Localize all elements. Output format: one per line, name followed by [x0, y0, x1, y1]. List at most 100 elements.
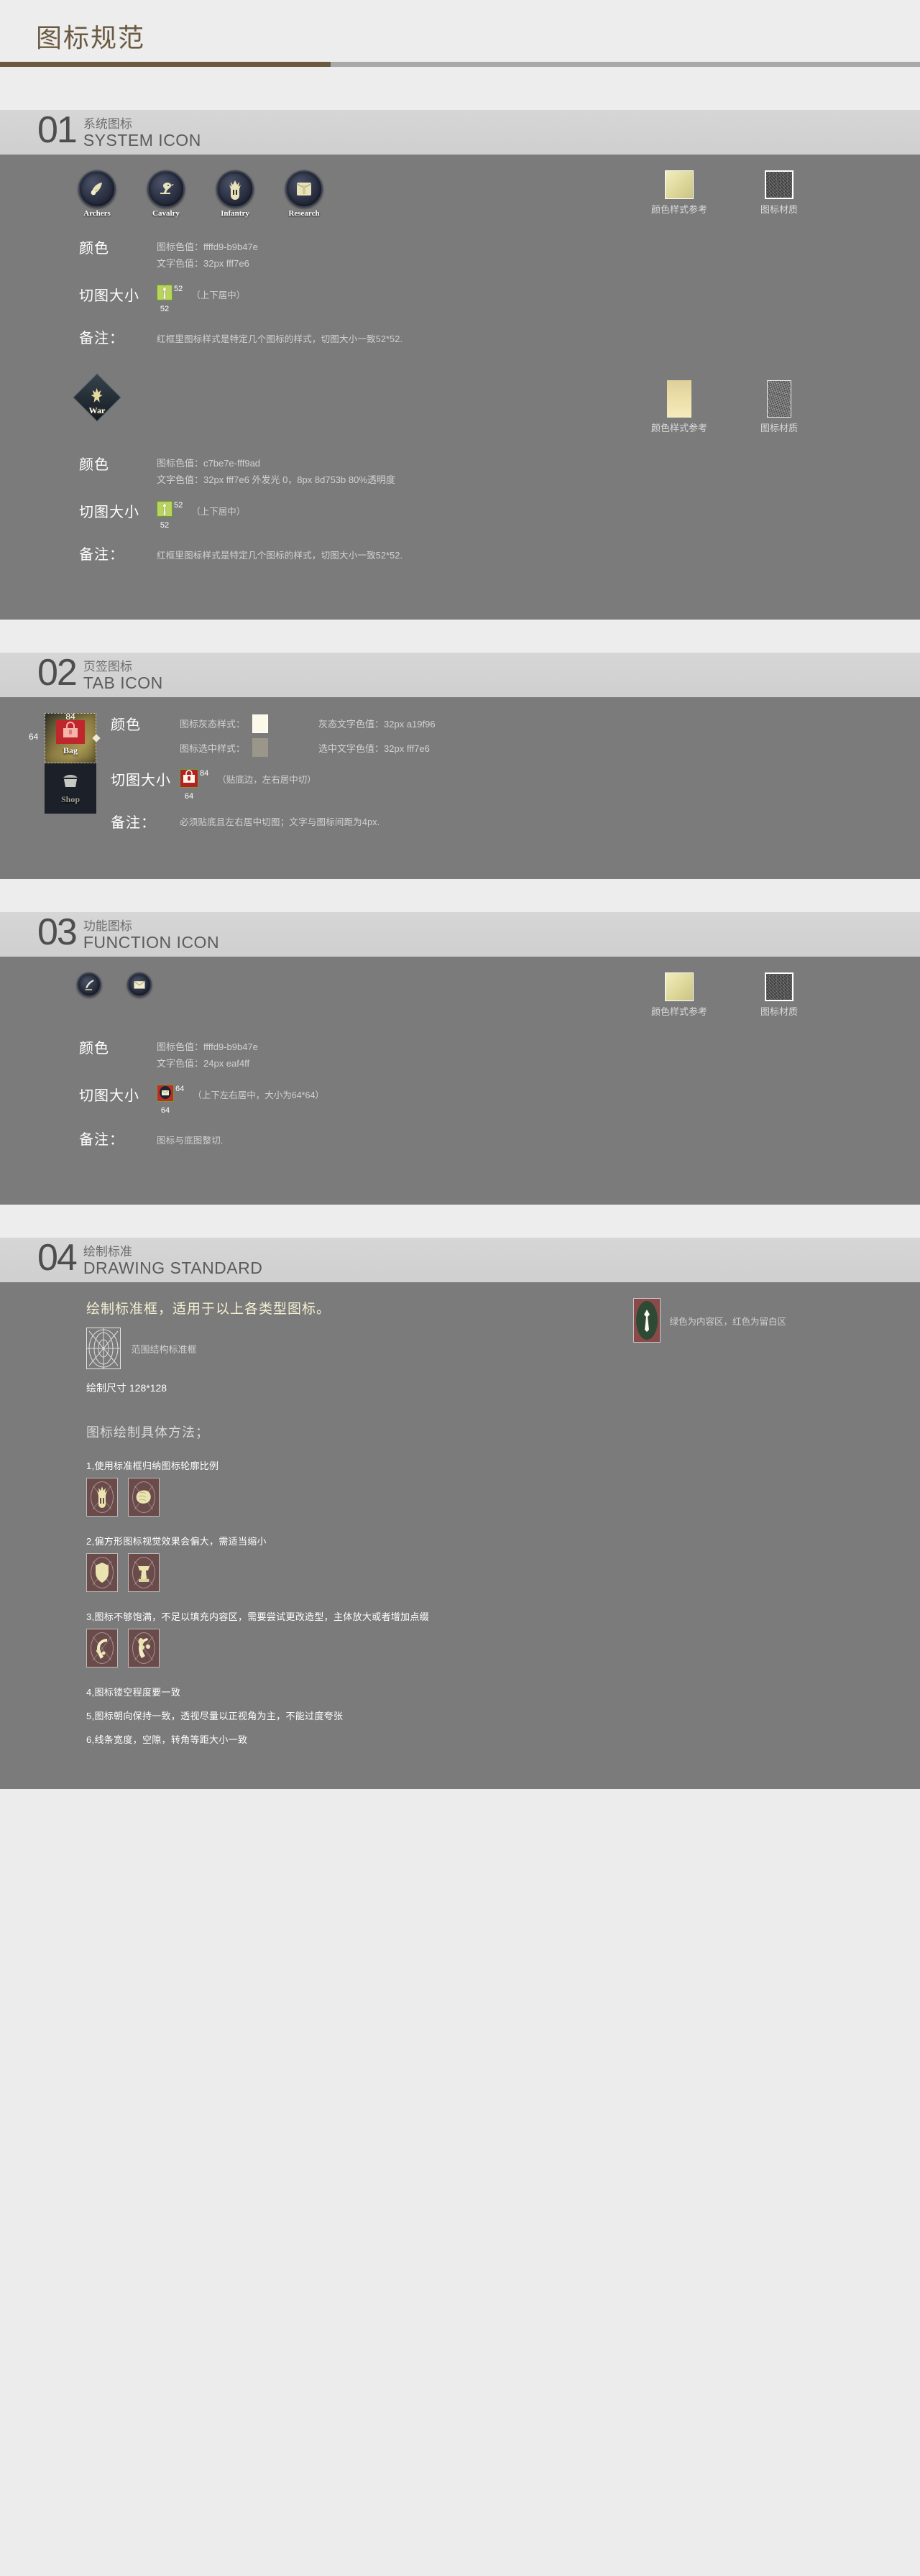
rule-item: 1,使用标准框归纳图标轮廓比例	[86, 1458, 920, 1517]
tab-selected-style-label: 图标选中样式：	[180, 742, 246, 754]
anvil-sample-icon	[128, 1553, 160, 1592]
draw-size-text: 绘制尺寸 128*128	[86, 1382, 167, 1394]
swatch-group-01b: 颜色样式参考 图标材质	[598, 380, 920, 434]
shield-sample-icon	[86, 1553, 118, 1592]
swatch-caption: 颜色样式参考	[650, 1006, 707, 1017]
drawing-headline: 绘制标准框，适用于以上各类型图标。	[86, 1302, 331, 1317]
crop-height-value: 52	[160, 305, 170, 313]
tab-height-marker: 64	[29, 732, 39, 742]
crop-spec-row: 切图大小 52 52 （上下居中）	[79, 500, 920, 530]
section-body-01: Archers Cavalry Infantry Research 颜色样式参考…	[0, 155, 920, 620]
crop-spec-row: 切图大小 64 64 （上下左右居中，大小为64*64）	[79, 1084, 920, 1115]
note-label: 备注：	[79, 1132, 124, 1148]
color-spec-label: 颜色	[79, 1041, 109, 1057]
section-title-cn: 功能图标	[83, 919, 132, 933]
drawing-standard-block: 绿色为内容区，红色为留白区 绘制标准框，适用于以上各类型图标。 范围结构标准框 …	[0, 1298, 920, 1746]
crop-width-value: 52	[174, 501, 183, 510]
crop-size-widget: 64 84 （贴底边，左右居中切）	[180, 768, 316, 801]
tab-gray-swatch	[252, 714, 269, 733]
section-titles: 页签图标 TAB ICON	[83, 660, 163, 691]
section-title-en: FUNCTION ICON	[83, 933, 220, 952]
crop-width-value: 64	[175, 1085, 185, 1093]
icon-color-value: 图标色值：c7be7e-fff9ad	[157, 458, 261, 469]
icon-color-value: 图标色值：ffffd9-b9b47e	[157, 242, 258, 252]
crop-note: （上下居中）	[191, 507, 246, 517]
color-swatch-box	[664, 170, 694, 199]
tab-bag[interactable]: 84 64 Bag	[29, 712, 96, 763]
section-number: 03	[37, 911, 78, 953]
horn-sample-icon	[86, 1629, 118, 1668]
standard-frame-row: 范围结构标准框	[86, 1328, 920, 1369]
rule-text: 5,图标朝向保持一致，透视尽量以正视角为主，不能过度夸张	[86, 1711, 344, 1721]
system-icon-cavalry[interactable]: Cavalry	[139, 170, 193, 218]
title-area: 图标规范	[0, 0, 920, 62]
tab-color-row-1: 颜色 图标灰态样式： 灰态文字色值：32px a19f96	[111, 713, 920, 734]
section-title-cn: 系统图标	[83, 117, 132, 131]
spec-block-03: 颜色 图标色值：ffffd9-b9b47e 文字色值：24px eaf4ff 切…	[0, 1036, 920, 1149]
crop-tile-stack: 64	[157, 1085, 174, 1115]
rule-item: 2,偏方形图标视觉效果会偏大，需适当缩小	[86, 1534, 920, 1592]
section-header-03: 03 功能图标 FUNCTION ICON	[0, 912, 920, 957]
mail-envelope-icon	[127, 972, 152, 997]
content-zone-demo: 绿色为内容区，红色为留白区	[633, 1298, 786, 1343]
section-header-01: 01 系统图标 SYSTEM ICON	[0, 110, 920, 155]
tab-label: Shop	[60, 794, 80, 804]
section-body-04: 绿色为内容区，红色为留白区 绘制标准框，适用于以上各类型图标。 范围结构标准框 …	[0, 1282, 920, 1789]
swatch-group-01: 颜色样式参考 图标材质	[598, 170, 920, 216]
tab-selected-text-value: 选中文字色值：32px fff7e6	[318, 742, 430, 754]
swatch-group-03: 颜色样式参考 图标材质	[598, 972, 920, 1018]
content-zone-caption: 绿色为内容区，红色为留白区	[669, 1316, 786, 1327]
rule-text: 1,使用标准框归纳图标轮廓比例	[86, 1460, 219, 1471]
rule-samples	[86, 1478, 920, 1517]
system-icon-research[interactable]: Research	[277, 170, 331, 218]
function-icon-row: 颜色样式参考 图标材质	[0, 972, 920, 1018]
crop-sample-tile	[157, 1085, 174, 1102]
tab-note-row: 备注： 必须贴底且左右居中切图；文字与图标间距为4px.	[111, 811, 920, 832]
crop-spec-row: 切图大小 52 52 （上下居中）	[79, 284, 920, 313]
text-color-value: 文字色值：24px eaf4ff	[157, 1058, 250, 1069]
tab-note-text: 必须贴底且左右居中切图；文字与图标间距为4px.	[180, 817, 380, 827]
crop-sample-tile	[180, 769, 198, 788]
system-icon-war[interactable]: War	[70, 373, 124, 422]
section-header-04: 04 绘制标准 DRAWING STANDARD	[0, 1238, 920, 1282]
text-color-value: 文字色值：32px fff7e6 外发光 0，8px 8d753b 80%透明度	[157, 474, 395, 485]
horn-decorated-sample-icon	[128, 1629, 160, 1668]
infantry-helmet-icon	[216, 170, 254, 208]
shop-icon	[60, 772, 80, 793]
swatch-caption: 颜色样式参考	[650, 423, 707, 433]
section-01-tail	[0, 576, 920, 598]
system-icon-row: Archers Cavalry Infantry Research 颜色样式参考…	[0, 170, 920, 218]
section-body-03: 颜色样式参考 图标材质 颜色 图标色值：ffffd9-b9b47e 文字色值：2…	[0, 957, 920, 1205]
rule-text: 2,偏方形图标视觉效果会偏大，需适当缩小	[86, 1536, 267, 1547]
section-title-cn: 页签图标	[83, 660, 132, 673]
color-spec-values: 图标色值：c7be7e-fff9ad 文字色值：32px fff7e6 外发光 …	[157, 453, 395, 487]
section-titles: 系统图标 SYSTEM ICON	[83, 117, 201, 149]
color-spec-values: 图标色值：ffffd9-b9b47e 文字色值：32px fff7e6	[157, 236, 258, 271]
tab-crop-row: 切图大小 64 84 （贴底边，左右居中切）	[111, 768, 920, 801]
crop-spec-label: 切图大小	[79, 505, 139, 520]
tab-demo-area: 84 64 Bag Shop 颜色 图标灰态样式： 灰态文字色值：32px a1…	[0, 712, 920, 836]
cavalry-bird-icon	[147, 170, 185, 208]
rule-text: 6,线条宽度，空隙，转角等距大小一致	[86, 1734, 248, 1745]
function-icon-mail[interactable]	[121, 972, 158, 997]
note-spec-row: 备注： 红框里图标样式是特定几个图标的样式，切图大小一致52*52.	[79, 326, 920, 347]
section-gap-1	[0, 620, 920, 653]
crop-spec-label: 切图大小	[79, 288, 139, 304]
function-icon-quill[interactable]	[70, 972, 108, 997]
crop-note: （贴底边，左右居中切）	[217, 775, 316, 785]
color-swatch-box	[664, 972, 694, 1001]
tab-crop-label: 切图大小	[111, 773, 171, 788]
crop-size-widget: 64 64 （上下左右居中，大小为64*64）	[157, 1084, 324, 1115]
system-icon-archers[interactable]: Archers	[70, 170, 124, 218]
tab-note-label: 备注：	[111, 815, 156, 831]
system-icon-infantry[interactable]: Infantry	[208, 170, 262, 218]
tab-gray-style-label: 图标灰态样式：	[180, 719, 246, 730]
spec-block-01b: 颜色 图标色值：c7be7e-fff9ad 文字色值：32px fff7e6 外…	[0, 453, 920, 564]
crop-tile-stack: 52	[157, 501, 172, 530]
rule-text: 3,图标不够饱满，不足以填充内容区，需要尝试更改造型，主体放大或者增加点缀	[86, 1611, 429, 1622]
color-spec-row: 颜色 图标色值：ffffd9-b9b47e 文字色值：32px fff7e6	[79, 236, 920, 271]
tab-shop[interactable]: Shop	[45, 763, 96, 814]
rule-item: 4,图标镂空程度要一致	[86, 1685, 920, 1698]
crop-height-value: 52	[160, 521, 170, 530]
system-icon-label: Archers	[83, 209, 111, 218]
